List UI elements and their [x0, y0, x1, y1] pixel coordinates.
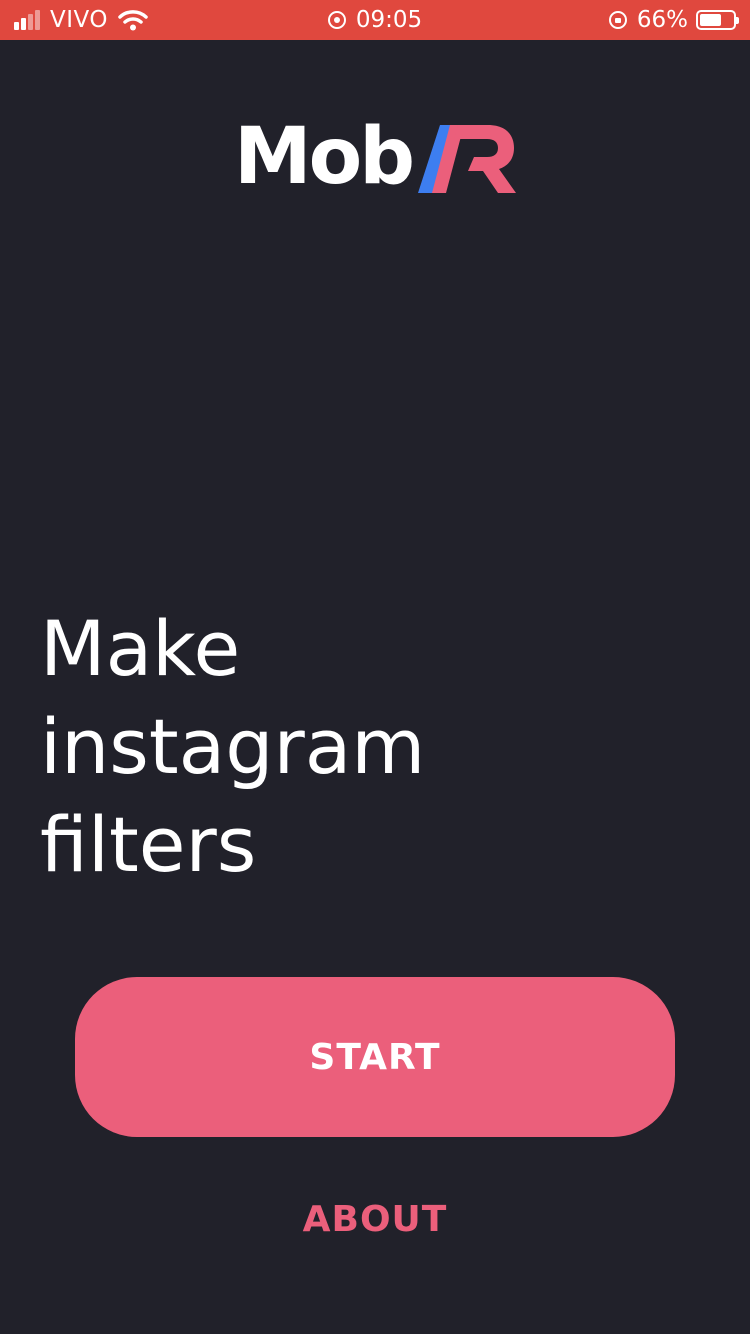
- battery-level: [700, 14, 722, 26]
- status-left: VIVO: [14, 0, 148, 40]
- logo-wordmark: Mob: [234, 112, 415, 202]
- signal-icon: [14, 10, 42, 30]
- headline-line-2: instagram: [40, 702, 426, 791]
- screen-lock-icon: [327, 11, 346, 29]
- app-screen: VIVO 09:05 66% Mob Make instagram filter…: [0, 0, 750, 1334]
- battery-percent: 66%: [636, 7, 688, 33]
- start-button[interactable]: START: [75, 977, 675, 1137]
- about-link[interactable]: ABOUT: [0, 1190, 750, 1250]
- status-bar: VIVO 09:05 66%: [0, 0, 750, 40]
- carrier-name: VIVO: [50, 7, 108, 33]
- ar-logo-mark: [418, 125, 517, 193]
- wifi-icon: [118, 10, 148, 31]
- headline-line-1: Make: [40, 604, 241, 693]
- headline-line-3: filters: [40, 800, 257, 889]
- battery-icon: [696, 10, 739, 30]
- status-right: 66%: [608, 0, 739, 40]
- status-time: 09:05: [355, 7, 423, 33]
- app-logo: Mob: [234, 112, 520, 202]
- headline: Make instagram filters: [40, 600, 720, 894]
- orientation-lock-icon: [608, 11, 627, 29]
